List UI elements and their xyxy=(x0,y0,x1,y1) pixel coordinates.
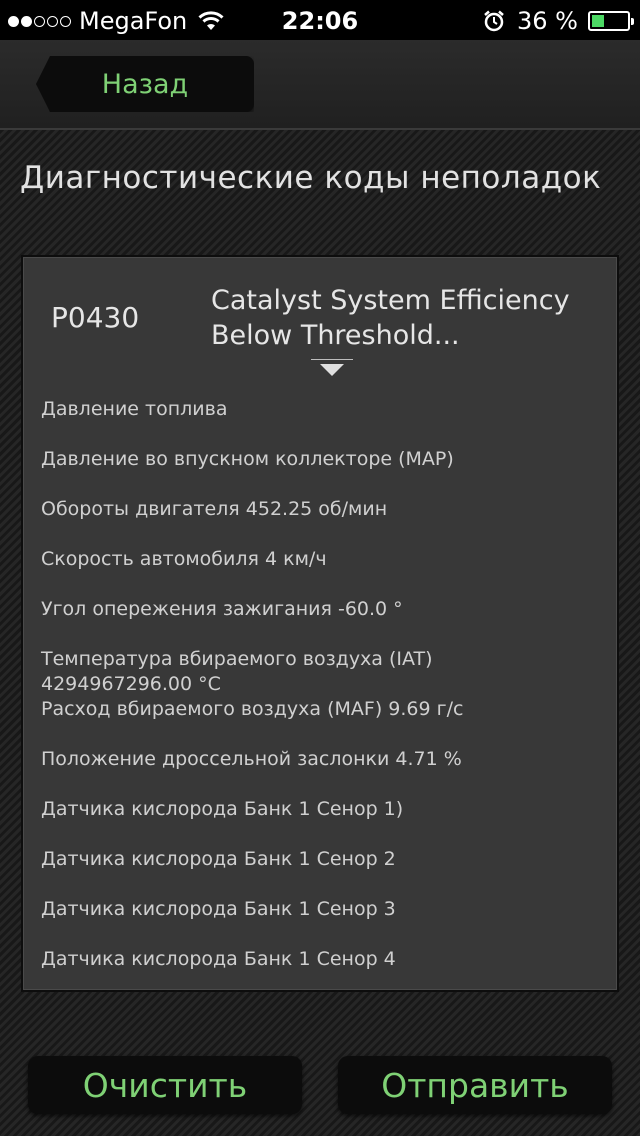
alarm-icon xyxy=(484,10,504,32)
dtc-panel: P0430 Catalyst System Efficiency Below T… xyxy=(21,255,619,992)
clear-button[interactable]: Очистить xyxy=(28,1056,302,1114)
back-button-label: Назад xyxy=(101,68,189,100)
dtc-code: P0430 xyxy=(51,301,140,334)
battery-icon xyxy=(588,11,634,31)
status-right: 36 % xyxy=(483,6,634,36)
parameter-item: Обороты двигателя 452.25 об/мин xyxy=(41,498,388,520)
parameter-item: Датчика кислорода Банк 1 Сенор 3 xyxy=(41,898,396,920)
battery-level xyxy=(592,15,605,27)
parameter-item: Датчика кислорода Банк 1 Сенор 1) xyxy=(41,798,404,820)
parameter-item: Скорость автомобиля 4 км/ч xyxy=(41,548,327,570)
back-button[interactable]: Назад xyxy=(36,56,254,112)
page-title: Диагностические коды неполадок xyxy=(20,160,602,196)
parameter-item: Давление во впускном коллекторе (MAP) xyxy=(41,448,454,470)
parameter-item: Расход вбираемого воздуха (MAF) 9.69 г/с xyxy=(41,698,464,720)
expand-toggle[interactable] xyxy=(311,359,353,377)
parameter-item: Положение дроссельной заслонки 4.71 % xyxy=(41,748,462,770)
parameter-item: Температура вбираемого воздуха (IAT) 429… xyxy=(41,648,433,695)
parameter-item: Давление топлива xyxy=(41,398,228,420)
battery-nub xyxy=(631,18,634,25)
parameter-item: Угол опережения зажигания -60.0 ° xyxy=(41,598,403,620)
status-bar: MegaFon 22:06 36 % xyxy=(0,0,640,40)
parameter-item: Датчика кислорода Банк 1 Сенор 4 xyxy=(41,948,396,970)
navigation-bar: Назад xyxy=(0,40,640,130)
expand-divider xyxy=(311,359,353,360)
parameter-item: Датчика кислорода Банк 1 Сенор 2 xyxy=(41,848,396,870)
dtc-description: Catalyst System Efficiency Below Thresho… xyxy=(211,285,570,351)
send-button[interactable]: Отправить xyxy=(338,1056,612,1114)
screen: MegaFon 22:06 36 % Назад Диагностические… xyxy=(0,0,640,1136)
parameter-list: Давление топлива Давление во впускном кол… xyxy=(41,397,606,997)
battery-percent: 36 % xyxy=(517,7,578,35)
chevron-down-icon xyxy=(320,364,344,376)
